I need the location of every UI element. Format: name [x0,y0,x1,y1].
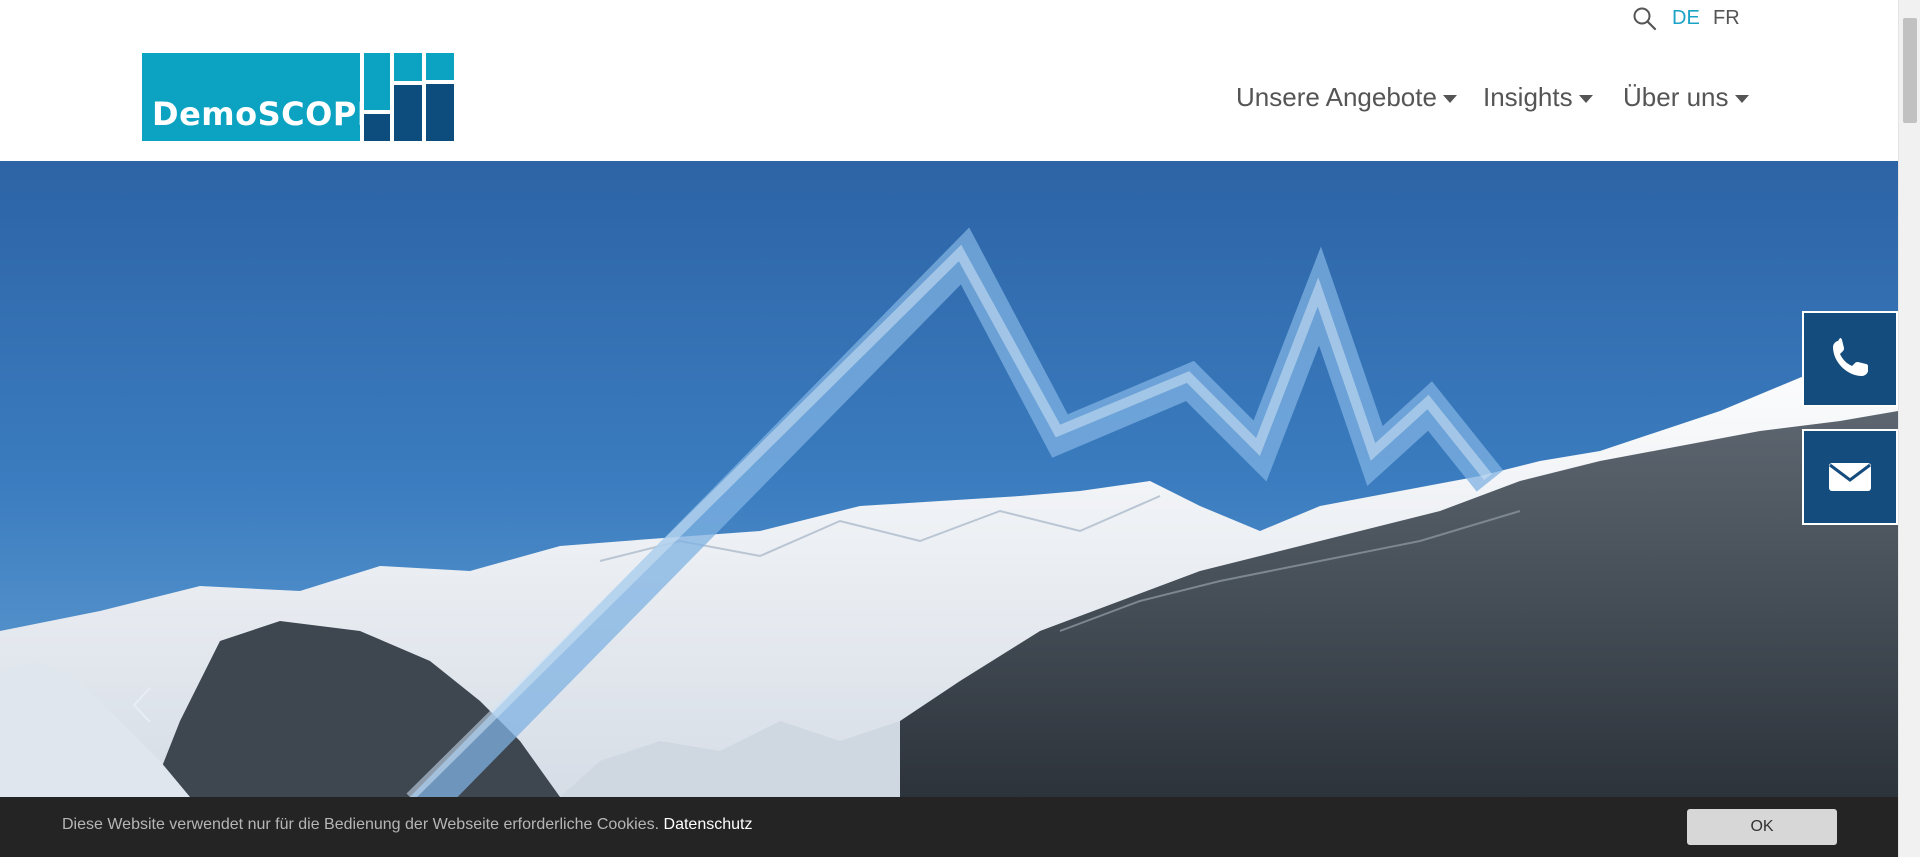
language-de-link[interactable]: DE [1672,7,1700,30]
demoscope-logo[interactable]: DemoSCOPE [142,53,454,142]
logo-bar [426,53,454,80]
logo-bar [394,85,422,141]
hero-carousel [0,161,1898,797]
page-scrollbar[interactable] [1898,0,1920,857]
hero-image [0,161,1898,797]
logo-bar [426,84,454,141]
search-icon[interactable] [1632,6,1658,32]
privacy-link[interactable]: Datenschutz [664,816,753,833]
nav-ueber-uns[interactable]: Über uns [1623,82,1749,113]
nav-label: Insights [1483,82,1573,112]
caret-down-icon [1578,94,1593,103]
site-header: DE FR DemoSCOPE Unsere Angebote Insights… [0,0,1898,161]
nav-unsere-angebote[interactable]: Unsere Angebote [1236,82,1457,113]
logo-bar [394,53,422,81]
logo-text: DemoSCOPE [152,95,380,133]
caret-down-icon [1442,94,1457,103]
cookie-message: Diese Website verwendet nur für die Bedi… [62,816,752,834]
phone-button[interactable] [1802,311,1898,407]
mail-button[interactable] [1802,429,1898,525]
scrollbar-thumb[interactable] [1903,18,1917,123]
nav-label: Unsere Angebote [1236,82,1437,112]
nav-insights[interactable]: Insights [1483,82,1593,113]
logo-bar [364,53,390,110]
chevron-left-icon[interactable] [130,684,154,726]
cookie-text: Diese Website verwendet nur für die Bedi… [62,816,660,833]
cookie-ok-button[interactable]: OK [1687,809,1837,845]
nav-label: Über uns [1623,82,1729,112]
phone-icon [1833,338,1868,376]
logo-bar [364,114,390,141]
envelope-icon [1829,463,1871,491]
caret-down-icon [1734,94,1749,103]
language-fr-link[interactable]: FR [1713,7,1740,30]
cookie-banner: Diese Website verwendet nur für die Bedi… [0,797,1898,857]
